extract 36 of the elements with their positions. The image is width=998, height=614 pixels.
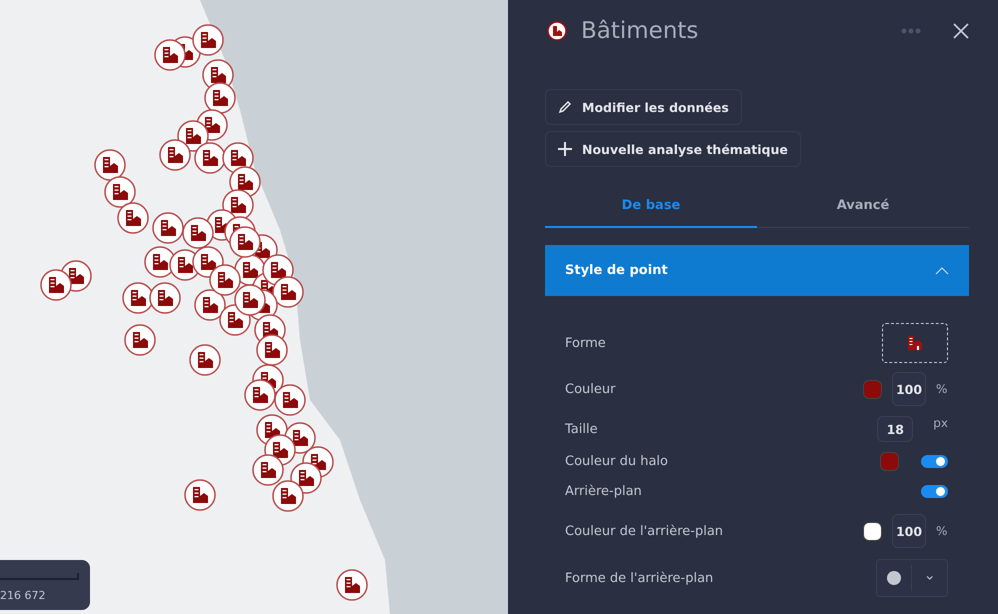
panel-title: Bâtiments: [581, 18, 700, 44]
toggle-switch[interactable]: [921, 454, 948, 468]
scale-bar-icon: [0, 573, 80, 581]
pencil-icon: [558, 100, 572, 114]
plus-icon: [558, 142, 572, 156]
unit-label: px: [933, 416, 948, 430]
property-label: Arrière-plan: [565, 484, 642, 498]
unit-label: %: [936, 524, 948, 538]
property-label: Couleur de l'arrière-plan: [565, 524, 724, 538]
layer-icon: [547, 21, 567, 41]
tab[interactable]: Avancé: [757, 185, 969, 228]
property-label: Couleur du halo: [565, 454, 668, 468]
property-label: Couleur: [565, 382, 616, 396]
property-label: Forme de l'arrière-plan: [565, 570, 714, 586]
section-header[interactable]: Style de point: [545, 245, 969, 296]
property-label: Forme: [565, 336, 606, 350]
size-field[interactable]: 18: [877, 416, 914, 442]
shape-picker[interactable]: [882, 323, 948, 363]
circle-icon: [887, 571, 901, 585]
new-analysis-button[interactable]: Nouvelle analyse thématique: [545, 131, 801, 167]
map[interactable]: 216 672: [0, 0, 508, 614]
unit-label: %: [936, 382, 948, 396]
color-swatch[interactable]: [863, 380, 882, 398]
edit-data-button[interactable]: Modifier les données: [545, 89, 742, 125]
color-swatch[interactable]: [863, 522, 882, 540]
toggle-switch[interactable]: [921, 484, 948, 498]
color-swatch[interactable]: [880, 452, 899, 470]
opacity-field[interactable]: 100: [892, 372, 926, 406]
building-icon: [907, 335, 923, 351]
opacity-field[interactable]: 100: [892, 514, 926, 548]
shape-dropdown[interactable]: [876, 559, 948, 597]
tab[interactable]: De base: [545, 185, 757, 228]
close-icon[interactable]: [953, 23, 969, 39]
scale-label: 216 672: [0, 589, 46, 602]
chevron-down-icon: [926, 573, 933, 583]
property-label: Taille: [565, 422, 598, 436]
